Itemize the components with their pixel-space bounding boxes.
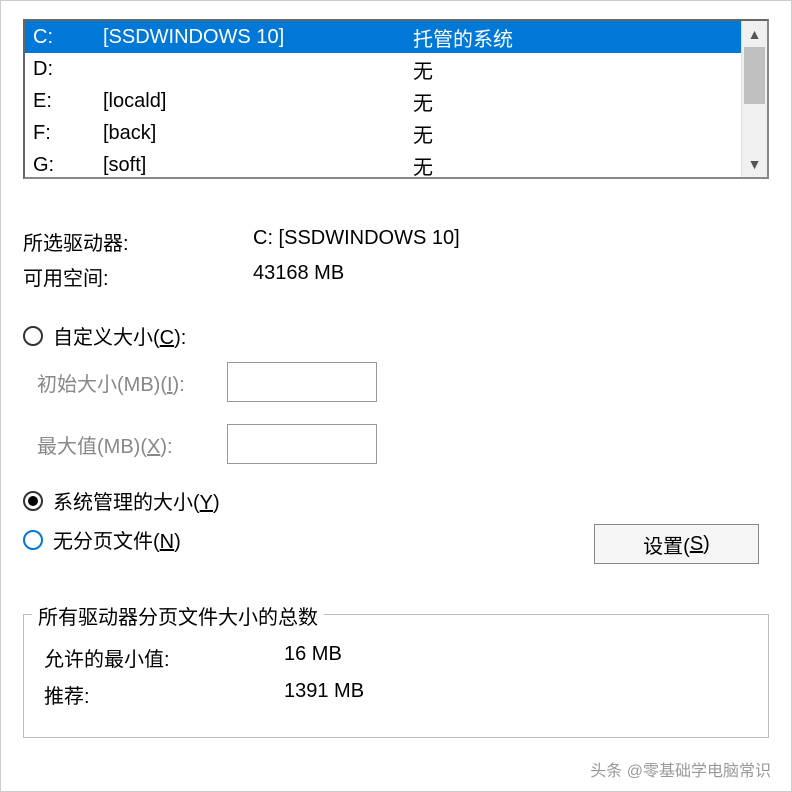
drive-row-g[interactable]: G: [soft] 无 <box>25 149 741 177</box>
set-button[interactable]: 设置(S) <box>594 524 759 564</box>
min-allowed-value: 16 MB <box>284 643 342 672</box>
drive-status: 无 <box>413 119 741 148</box>
drive-rows: C: [SSDWINDOWS 10] 托管的系统 D: 无 E: [locald… <box>25 21 741 177</box>
initial-size-input[interactable] <box>227 362 377 402</box>
selected-drive-value: C: [SSDWINDOWS 10] <box>253 227 769 256</box>
scroll-track[interactable] <box>742 47 767 151</box>
drive-letter: C: <box>33 26 103 49</box>
initial-size-label: 初始大小(MB)(I): <box>37 368 227 397</box>
min-allowed-label: 允许的最小值: <box>44 643 284 672</box>
drive-letter: E: <box>33 90 103 113</box>
drive-row-c[interactable]: C: [SSDWINDOWS 10] 托管的系统 <box>25 21 741 53</box>
drive-volume: [locald] <box>103 90 413 113</box>
drive-letter: D: <box>33 58 103 81</box>
watermark-text: 头条 @零基础学电脑常识 <box>590 757 771 781</box>
scrollbar[interactable]: ▲ ▼ <box>741 21 767 177</box>
drive-info: 所选驱动器: C: [SSDWINDOWS 10] 可用空间: 43168 MB <box>23 227 769 291</box>
scroll-thumb[interactable] <box>744 47 765 104</box>
drive-status: 无 <box>413 55 741 84</box>
drive-letter: F: <box>33 122 103 145</box>
scroll-up-icon[interactable]: ▲ <box>742 21 767 47</box>
recommended-value: 1391 MB <box>284 680 364 709</box>
selected-drive-label: 所选驱动器: <box>23 227 253 256</box>
custom-size-radio[interactable]: 自定义大小(C): <box>23 321 769 350</box>
drive-volume: [soft] <box>103 154 413 177</box>
max-size-input[interactable] <box>227 424 377 464</box>
system-managed-radio[interactable]: 系统管理的大小(Y) <box>23 486 769 515</box>
radio-icon <box>23 491 43 511</box>
drive-row-f[interactable]: F: [back] 无 <box>25 117 741 149</box>
drive-status: 托管的系统 <box>413 23 741 52</box>
drive-listbox[interactable]: C: [SSDWINDOWS 10] 托管的系统 D: 无 E: [locald… <box>23 19 769 179</box>
free-space-label: 可用空间: <box>23 262 253 291</box>
drive-volume: [SSDWINDOWS 10] <box>103 26 413 49</box>
drive-row-d[interactable]: D: 无 <box>25 53 741 85</box>
scroll-down-icon[interactable]: ▼ <box>742 151 767 177</box>
drive-volume: [back] <box>103 122 413 145</box>
totals-groupbox: 所有驱动器分页文件大小的总数 允许的最小值: 16 MB 推荐: 1391 MB <box>23 614 769 738</box>
radio-icon <box>23 326 43 346</box>
drive-status: 无 <box>413 151 741 178</box>
totals-title: 所有驱动器分页文件大小的总数 <box>32 601 324 630</box>
virtual-memory-dialog: C: [SSDWINDOWS 10] 托管的系统 D: 无 E: [locald… <box>0 0 792 792</box>
max-size-label: 最大值(MB)(X): <box>37 430 227 459</box>
custom-size-label: 自定义大小(C): <box>53 321 186 350</box>
drive-status: 无 <box>413 87 741 116</box>
system-managed-label: 系统管理的大小(Y) <box>53 486 220 515</box>
recommended-label: 推荐: <box>44 680 284 709</box>
drive-row-e[interactable]: E: [locald] 无 <box>25 85 741 117</box>
drive-letter: G: <box>33 154 103 177</box>
free-space-value: 43168 MB <box>253 262 769 291</box>
